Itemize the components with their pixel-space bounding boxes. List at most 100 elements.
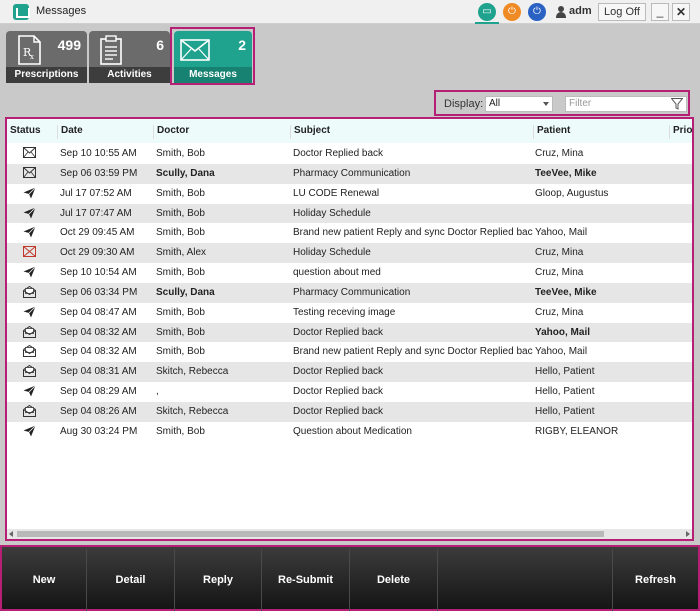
cell-subject: Pharmacy Communication bbox=[293, 286, 411, 298]
status-sent-icon bbox=[23, 425, 41, 440]
cell-doctor: Skitch, Rebecca bbox=[156, 366, 229, 378]
new-button[interactable]: New bbox=[2, 549, 87, 611]
cell-date: Sep 04 08:47 AM bbox=[60, 306, 137, 318]
cell-patient: Cruz, Mina bbox=[535, 306, 584, 318]
table-row[interactable]: Oct 29 09:30 AM Smith, Alex Holiday Schedu… bbox=[7, 243, 692, 264]
refresh-button[interactable]: Refresh bbox=[613, 549, 698, 611]
display-select-value: All bbox=[489, 98, 501, 109]
cell-subject: Holiday Schedule bbox=[293, 247, 371, 259]
cell-date: Sep 10 10:55 AM bbox=[60, 148, 137, 159]
resubmit-button[interactable]: Re-Submit bbox=[262, 549, 350, 611]
status-envelope-closed-icon bbox=[23, 166, 41, 181]
cell-subject: Pharmacy Communication bbox=[293, 167, 411, 179]
prescriptions-count: 499 bbox=[57, 37, 81, 53]
power-orange-icon[interactable]: ⏻ bbox=[503, 3, 521, 21]
cell-doctor: Smith, Bob bbox=[156, 326, 205, 338]
status-envelope-error-icon bbox=[23, 246, 41, 260]
table-row[interactable]: Aug 30 03:24 PM Smith, Bob Question about … bbox=[7, 422, 692, 442]
cell-date: Sep 10 10:54 AM bbox=[60, 267, 137, 279]
cell-doctor: Smith, Bob bbox=[156, 227, 205, 239]
table-row[interactable]: Sep 04 08:47 AM Smith, Bob Testing recevin… bbox=[7, 303, 692, 323]
status-envelope-open-icon bbox=[23, 345, 41, 360]
column-date[interactable]: Date bbox=[57, 125, 153, 139]
tile-activities[interactable]: 6 Activities bbox=[89, 31, 170, 83]
tile-messages[interactable]: 2 Messages bbox=[174, 31, 252, 83]
status-sent-icon bbox=[23, 266, 41, 281]
table-row[interactable]: Sep 04 08:29 AM, Doctor Replied back Hello… bbox=[7, 382, 692, 402]
table-body: Sep 10 10:55 AM Smith, Bob Doctor Replied … bbox=[7, 144, 692, 442]
cell-doctor: Smith, Bob bbox=[156, 148, 205, 159]
table-row[interactable]: Sep 10 10:54 AM Smith, Bob question about … bbox=[7, 263, 692, 283]
cell-date: Sep 04 08:32 AM bbox=[60, 326, 137, 338]
minimize-button[interactable]: _ bbox=[651, 3, 669, 21]
table-row[interactable]: Sep 06 03:34 PM Scully, Dana Pharmacy Comm… bbox=[7, 282, 692, 303]
logoff-button[interactable]: Log Off bbox=[598, 3, 646, 21]
cell-patient: TeeVee, Mike bbox=[535, 167, 597, 179]
cell-subject: Brand new patient Reply and sync Doctor … bbox=[293, 346, 533, 358]
app-logo-icon bbox=[13, 4, 30, 20]
table-row[interactable]: Sep 04 08:26 AM Skitch, Rebecca Doctor Rep… bbox=[7, 401, 692, 422]
cell-doctor: Smith, Alex bbox=[156, 247, 207, 259]
column-subject[interactable]: Subject bbox=[290, 125, 533, 139]
cell-patient: Hello, Patient bbox=[535, 405, 595, 417]
prescriptions-label: Prescriptions bbox=[6, 67, 87, 83]
horizontal-scrollbar[interactable] bbox=[7, 529, 692, 539]
monitor-icon[interactable]: ▭ bbox=[478, 3, 496, 21]
detail-button[interactable]: Detail bbox=[87, 549, 175, 611]
cell-subject: question about med bbox=[293, 267, 381, 279]
envelope-icon bbox=[180, 39, 210, 61]
cell-date: Jul 17 07:47 AM bbox=[60, 207, 132, 219]
close-button[interactable]: ✕ bbox=[672, 3, 690, 21]
column-status[interactable]: Status bbox=[7, 125, 60, 139]
cell-patient: RIGBY, ELEANOR bbox=[535, 425, 619, 437]
cell-doctor: Smith, Bob bbox=[156, 187, 205, 199]
scroll-right-icon[interactable] bbox=[686, 531, 690, 537]
power-blue-icon[interactable]: ⏻ bbox=[528, 3, 546, 21]
column-doctor[interactable]: Doctor bbox=[153, 125, 290, 139]
cell-doctor: Smith, Bob bbox=[156, 207, 205, 219]
table-row[interactable]: Oct 29 09:45 AM Smith, Bob Brand new patie… bbox=[7, 223, 692, 243]
table-header: Status Date Doctor Subject Patient Prio bbox=[7, 119, 692, 143]
cell-doctor: Scully, Dana bbox=[156, 167, 215, 179]
chevron-down-icon bbox=[543, 102, 549, 106]
title-bar: Messages ▭ ⏻ ⏻ adm Log Off _ ✕ bbox=[0, 0, 700, 24]
messages-count: 2 bbox=[238, 37, 246, 53]
table-row[interactable]: Jul 17 07:52 AM Smith, Bob LU CODE Renewal… bbox=[7, 184, 692, 204]
cell-date: Oct 29 09:45 AM bbox=[60, 227, 135, 239]
reply-button[interactable]: Reply bbox=[175, 549, 262, 611]
table-row[interactable]: Sep 04 08:31 AM Skitch, Rebecca Doctor Rep… bbox=[7, 362, 692, 383]
status-sent-icon bbox=[23, 206, 41, 222]
cell-subject: Testing receving image bbox=[293, 306, 396, 318]
cell-subject: Doctor Replied back bbox=[293, 148, 384, 159]
status-envelope-open-icon bbox=[23, 404, 41, 420]
cell-patient: Cruz, Mina bbox=[535, 247, 584, 259]
funnel-icon[interactable] bbox=[671, 98, 683, 110]
cell-date: Sep 04 08:29 AM bbox=[60, 386, 137, 398]
messages-table: Status Date Doctor Subject Patient Prio … bbox=[5, 117, 694, 541]
table-row[interactable]: Jul 17 07:47 AM Smith, Bob Holiday Schedul… bbox=[7, 203, 692, 224]
table-row[interactable]: Sep 04 08:32 AM Smith, Bob Brand new patie… bbox=[7, 342, 692, 362]
cell-patient: Yahoo, Mail bbox=[535, 227, 588, 239]
filter-input[interactable]: Filter bbox=[565, 96, 687, 112]
column-patient[interactable]: Patient bbox=[533, 125, 669, 139]
table-row[interactable]: Sep 06 03:59 PM Scully, Dana Pharmacy Comm… bbox=[7, 163, 692, 184]
toolbar-spacer bbox=[438, 549, 613, 611]
scrollbar-thumb[interactable] bbox=[17, 531, 604, 537]
cell-patient: Hello, Patient bbox=[535, 386, 595, 398]
display-label: Display: bbox=[444, 98, 484, 110]
cell-patient: Gloop, Augustus bbox=[535, 187, 609, 199]
tile-prescriptions[interactable]: R x 499 Prescriptions bbox=[6, 31, 87, 83]
delete-button[interactable]: Delete bbox=[350, 549, 438, 611]
table-row[interactable]: Sep 10 10:55 AM Smith, Bob Doctor Replied … bbox=[7, 144, 692, 164]
table-row[interactable]: Sep 04 08:32 AM Smith, Bob Doctor Replied … bbox=[7, 322, 692, 343]
status-sent-icon bbox=[23, 186, 41, 202]
display-select[interactable]: All bbox=[485, 96, 553, 112]
column-priority[interactable]: Prio bbox=[669, 125, 692, 139]
cell-doctor: , bbox=[156, 386, 159, 398]
cell-date: Sep 06 03:59 PM bbox=[60, 167, 138, 179]
cell-date: Oct 29 09:30 AM bbox=[60, 247, 135, 259]
cell-patient: Yahoo, Mail bbox=[535, 346, 588, 358]
scroll-left-icon[interactable] bbox=[9, 531, 13, 537]
cell-patient: Cruz, Mina bbox=[535, 148, 584, 159]
clipboard-icon bbox=[100, 35, 122, 65]
